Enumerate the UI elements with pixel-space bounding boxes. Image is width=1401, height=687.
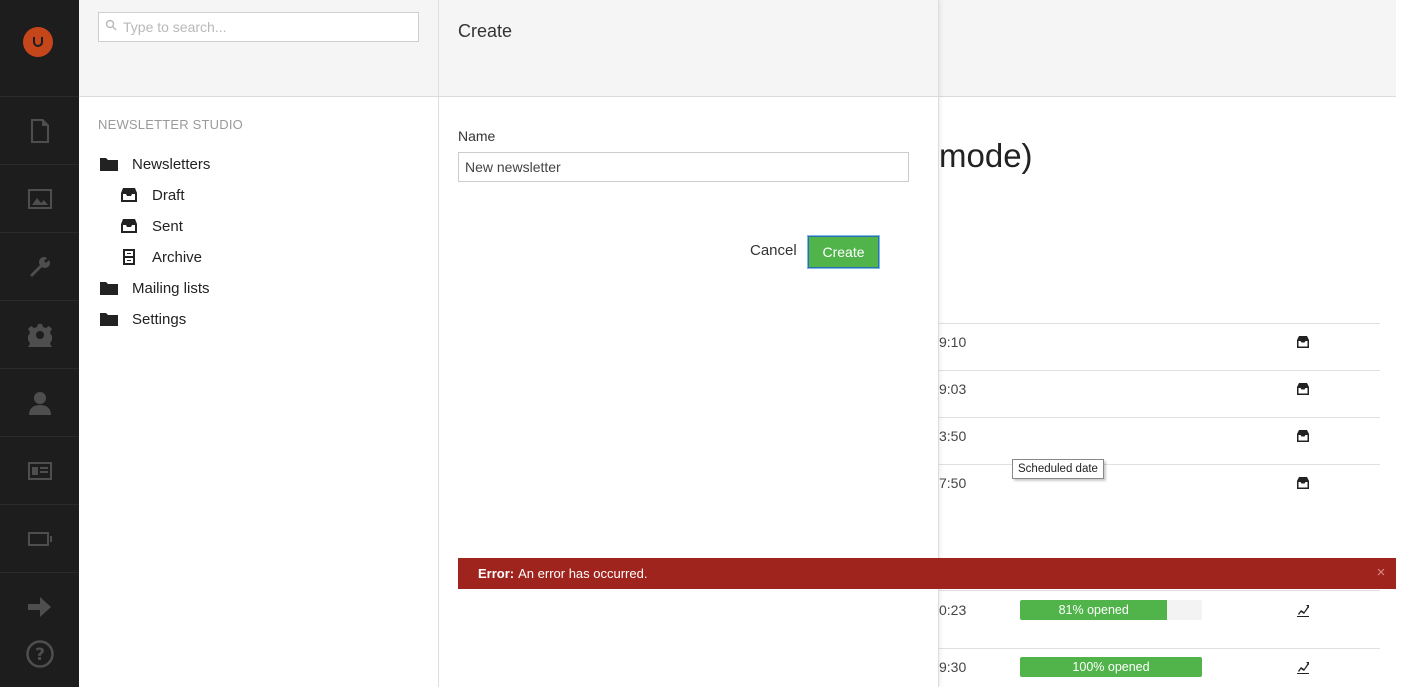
progress-fill: 100% opened [1020,657,1202,677]
inbox-upload-icon[interactable] [1296,429,1310,443]
media-section-icon[interactable] [0,164,79,232]
tree-item-label: Newsletters [132,155,211,173]
inbox-upload-icon [118,186,140,204]
error-notification: Error: An error has occurred. × [458,558,1396,589]
dialog-header: Create [439,0,938,97]
row-divider [939,417,1380,418]
page-title: mode) [939,137,1033,174]
row-time: 9:10 [939,334,967,350]
row-time: 7:50 [939,475,967,491]
name-input[interactable] [458,152,909,182]
tree-item-label: Mailing lists [132,279,210,297]
row-divider [939,370,1380,371]
help-icon[interactable]: ? [0,620,79,687]
search-input[interactable] [117,19,418,35]
dialog-title: Create [458,21,513,41]
members-card-icon[interactable] [0,436,79,504]
row-divider [939,464,1380,465]
tree-item-archive[interactable]: Archive [118,248,202,266]
tree-item-newsletters[interactable]: Newsletters [98,155,210,173]
search-icon [105,18,117,36]
inbox-upload-icon[interactable] [1296,335,1310,349]
progress-fill: 81% opened [1020,600,1168,620]
close-icon[interactable]: × [1374,563,1388,583]
users-person-icon[interactable] [0,368,79,436]
inbox-upload-icon[interactable] [1296,476,1310,490]
name-label: Name [458,128,496,144]
settings-wrench-icon[interactable] [0,232,79,300]
tree-item-label: Draft [152,186,185,204]
svg-text:?: ? [35,645,45,665]
row-divider [939,590,1380,591]
section-title: NEWSLETTER STUDIO [98,117,243,132]
open-rate-progress: 100% opened [1020,657,1202,677]
tree-item-sent[interactable]: Sent [118,217,183,235]
search-box [98,12,419,42]
developer-gear-icon[interactable] [0,300,79,368]
error-message: An error has occurred. [518,566,648,581]
row-time: 9:03 [939,381,967,397]
row-time: 9:30 [939,659,967,675]
stats-chart-icon[interactable] [1296,603,1310,617]
open-rate-progress: 81% opened [1020,600,1202,620]
umbraco-logo[interactable] [23,27,53,57]
battery-icon[interactable] [0,504,79,572]
folder-icon [98,155,120,173]
tree-item-label: Sent [152,217,183,235]
archive-icon [118,248,140,266]
error-prefix: Error: [478,566,515,581]
inbox-upload-icon[interactable] [1296,382,1310,396]
content-section-icon[interactable] [0,96,79,164]
scheduled-date-tooltip: Scheduled date [1012,459,1104,479]
section-rail: ? [0,0,79,687]
cancel-button[interactable]: Cancel [744,238,803,263]
row-divider [939,323,1380,324]
stats-chart-icon[interactable] [1296,660,1310,674]
inbox-icon [118,217,140,235]
folder-icon [98,279,120,297]
tree-panel: NEWSLETTER STUDIO Newsletters Draft Sent… [79,0,439,687]
row-time: 0:23 [939,602,967,618]
tree-item-label: Settings [132,310,187,328]
tree-item-settings[interactable]: Settings [98,310,186,328]
main-header [939,0,1396,97]
row-divider [939,648,1380,649]
row-time: 3:50 [939,428,967,444]
tree-item-label: Archive [152,248,203,266]
tree-header [79,0,438,97]
folder-icon [98,310,120,328]
create-button[interactable]: Create [807,235,880,269]
tree-item-mailing-lists[interactable]: Mailing lists [98,279,210,297]
tree-item-draft[interactable]: Draft [118,186,185,204]
